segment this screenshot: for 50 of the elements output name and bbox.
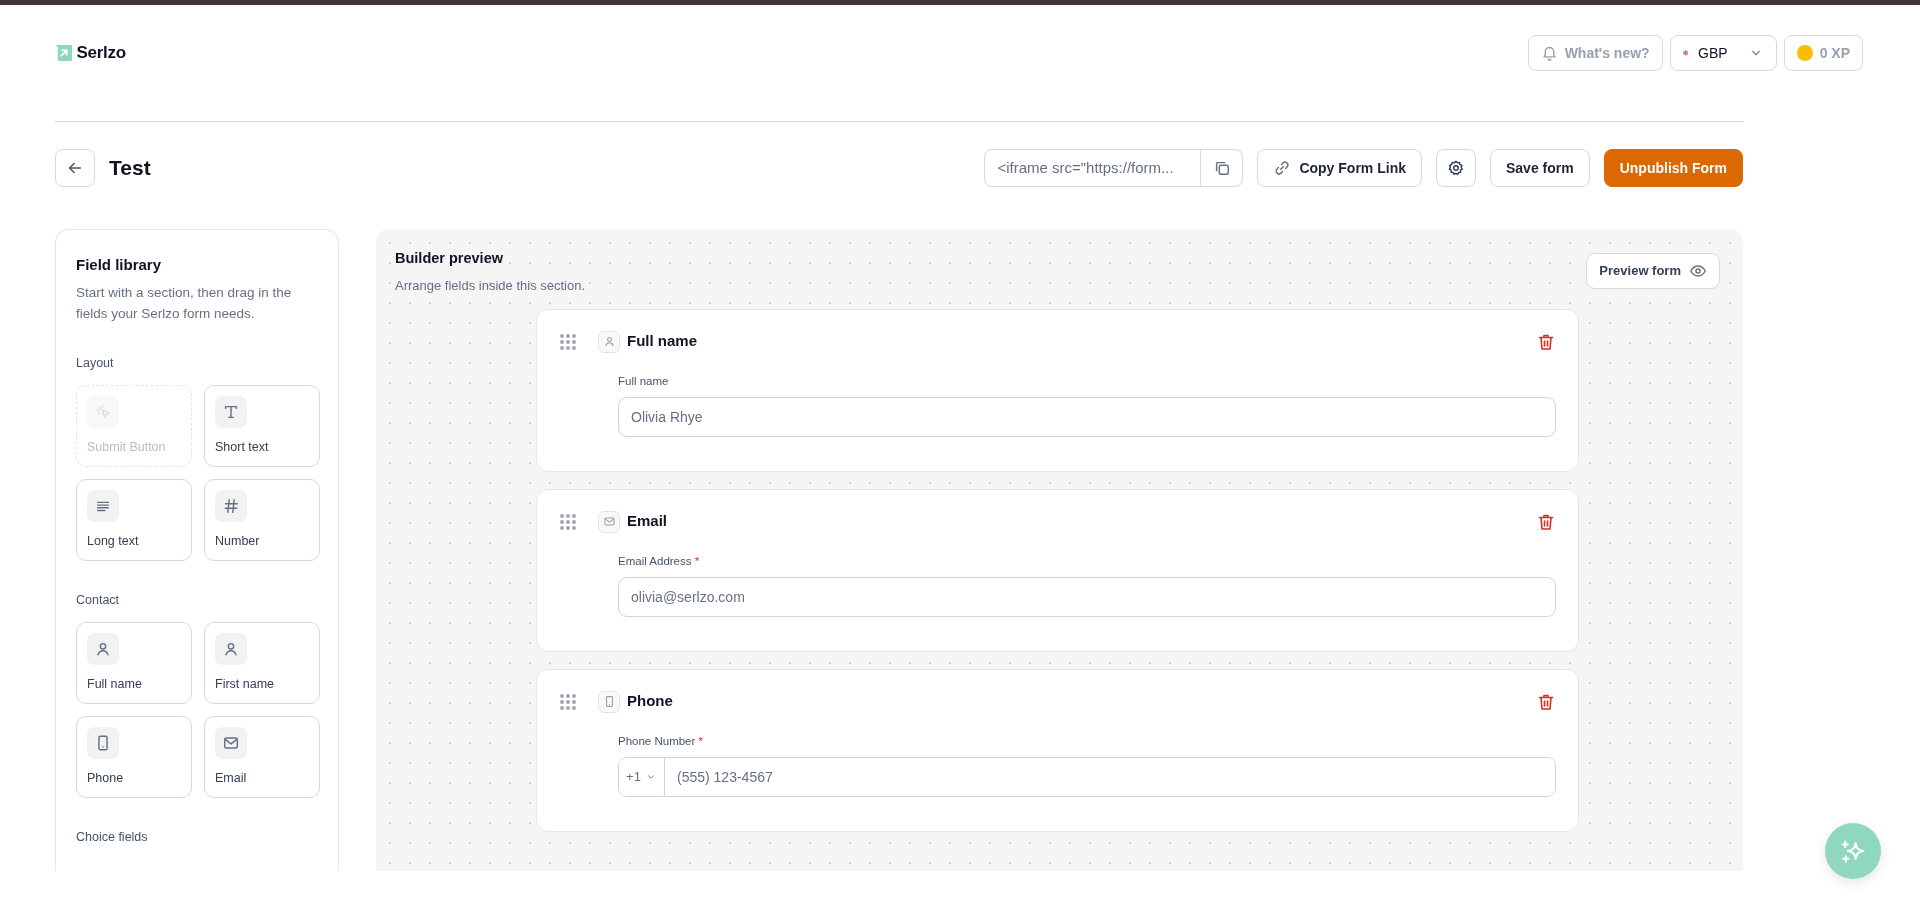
section-subtitle: Arrange fields inside this section. — [395, 276, 586, 295]
field-type-tile[interactable]: Number — [204, 478, 320, 561]
eye-icon — [1689, 262, 1707, 280]
field-type-tile[interactable]: Phone — [76, 715, 192, 798]
drag-handle-icon[interactable] — [559, 512, 577, 531]
country-code-dropdown[interactable]: +1 — [619, 758, 665, 796]
panel-description: Start with a section, then drag in the fields your Serlzo form needs. — [76, 284, 293, 323]
cursor-icon — [94, 402, 112, 421]
currency-dropdown[interactable]: GBP — [1669, 35, 1777, 71]
email-field[interactable]: olivia@serlzo.com — [618, 577, 1556, 617]
person-icon — [602, 335, 616, 348]
field-type-tile[interactable]: Full name — [76, 621, 192, 704]
embed-code-field[interactable]: <iframe src="https://form... — [984, 149, 1202, 187]
field-type-tile[interactable]: Long text — [76, 478, 192, 561]
field-title: Email — [627, 511, 668, 532]
input-field[interactable]: Olivia Rhye — [618, 397, 1556, 437]
field-label: Full name — [618, 374, 669, 387]
settings-button[interactable] — [1435, 149, 1476, 187]
required-asterisk: * — [694, 554, 700, 567]
field-title: Full name — [627, 331, 697, 352]
preview-form-button[interactable]: Preview form — [1586, 253, 1720, 289]
envelope-icon — [602, 515, 616, 528]
field-label: Email Address — [618, 554, 692, 567]
hash-icon — [222, 496, 240, 515]
section-title: Builder preview — [395, 249, 504, 268]
group-label: Choice fields — [76, 828, 149, 846]
form-title: Test — [109, 155, 151, 182]
bell-icon — [1540, 44, 1558, 62]
logo-icon — [55, 44, 73, 62]
copy-embed-button[interactable] — [1201, 149, 1244, 187]
field-type-tile[interactable]: Email — [204, 715, 320, 798]
brand-name: Serlzo — [76, 42, 126, 65]
settings-icon — [1446, 159, 1465, 177]
field-title: Phone — [627, 691, 673, 712]
group-label: Contact — [76, 591, 121, 609]
coin-icon — [1796, 45, 1813, 61]
required-asterisk: * — [698, 734, 704, 747]
sparkle-icon — [1840, 838, 1866, 864]
drag-handle-icon[interactable] — [559, 692, 577, 711]
phone-field[interactable]: +1 (555) 123-4567 — [618, 757, 1556, 797]
field-type-tile[interactable]: Short text — [204, 384, 320, 467]
save-button[interactable]: Save form — [1489, 149, 1590, 187]
link-icon — [1273, 159, 1292, 177]
panel-title: Field library — [76, 256, 163, 274]
drag-handle-icon[interactable] — [559, 332, 577, 351]
field-label: Phone Number — [618, 734, 696, 747]
copy-link-button[interactable]: Copy Form Link — [1257, 149, 1422, 187]
group-label: Layout — [76, 355, 115, 372]
back-button[interactable] — [55, 149, 95, 187]
field-type-tile[interactable]: First name — [204, 621, 320, 704]
